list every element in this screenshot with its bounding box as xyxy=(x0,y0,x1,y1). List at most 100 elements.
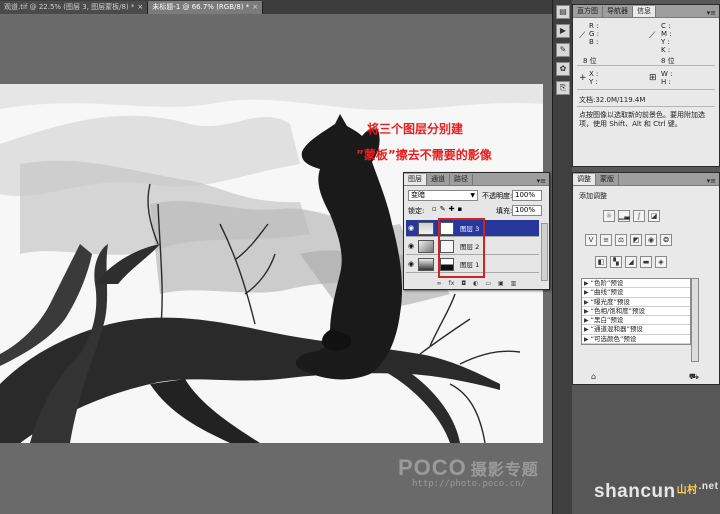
panel-menu-icon[interactable]: ▾≡ xyxy=(534,177,549,185)
doc-size: 文档:32.0M/119.4M xyxy=(579,96,646,104)
tab-info[interactable]: 信息 xyxy=(633,6,656,17)
preset-label: “黑白”预设 xyxy=(590,316,624,325)
triangle-right-icon: ▶ xyxy=(584,298,589,306)
info-b: B : xyxy=(589,38,599,46)
triangle-right-icon: ▶ xyxy=(584,280,589,287)
triangle-right-icon: ▶ xyxy=(584,307,589,315)
truck-icon[interactable]: ⛟ xyxy=(689,372,699,382)
fx-icon[interactable]: fx xyxy=(449,280,455,288)
adjustments-footer: ⌂ ⛟ xyxy=(573,372,719,384)
poco-brand: POCO xyxy=(398,455,467,480)
fill-input[interactable]: 100% xyxy=(512,205,542,216)
panel-icon-strip: ▤ ▶ ✎ ✿ ⎘ xyxy=(552,0,572,514)
trash-icon[interactable]: ▥ xyxy=(511,280,517,288)
tab-masks[interactable]: 蒙版 xyxy=(596,174,619,185)
selective-color-icon[interactable]: ◈ xyxy=(655,256,667,268)
levels-icon[interactable]: ▁▃ xyxy=(618,210,630,222)
blend-mode-select[interactable]: 变暗 ▼ xyxy=(408,190,478,201)
panel-menu-icon[interactable]: ▾≡ xyxy=(704,177,719,185)
list-item[interactable]: ▶ “黑白”预设 xyxy=(582,316,690,326)
posterize-icon[interactable]: ▚ xyxy=(610,256,622,268)
doc-tab-1[interactable]: 观道.tif @ 22.5% (图层 3, 图层蒙板/8) * × xyxy=(0,1,149,14)
mask-icon[interactable]: ◘ xyxy=(461,280,466,288)
divider xyxy=(577,106,715,107)
layer-thumbnail xyxy=(418,239,434,253)
doc-tab-1-label: 观道.tif @ 22.5% (图层 3, 图层蒙板/8) * xyxy=(4,3,135,11)
eye-icon[interactable]: ◉ xyxy=(406,224,416,232)
eye-icon[interactable]: ◉ xyxy=(406,242,416,250)
eye-icon[interactable]: ◉ xyxy=(406,260,416,268)
exposure-icon[interactable]: ◪ xyxy=(648,210,660,222)
adjustment-icon[interactable]: ◐ xyxy=(473,280,478,288)
divider xyxy=(577,89,715,90)
invert-icon[interactable]: ◧ xyxy=(595,256,607,268)
color-balance-icon[interactable]: ⚖ xyxy=(615,234,627,246)
opacity-label: 不透明度: xyxy=(482,192,513,200)
info-r: R : xyxy=(589,22,599,30)
site-watermark: shancun山村.net xyxy=(594,481,718,503)
layer-thumbnail xyxy=(418,221,434,235)
close-icon[interactable]: × xyxy=(137,1,143,14)
preset-label: “色阶”预设 xyxy=(590,279,624,287)
tab-paths[interactable]: 路径 xyxy=(450,174,473,185)
list-item[interactable]: ▶ “通道混和器”预设 xyxy=(582,325,690,335)
clone-source-icon[interactable]: ⎘ xyxy=(556,81,570,95)
layers-scrollbar[interactable] xyxy=(541,223,548,281)
layers-footer: ∞ fx ◘ ◐ ▭ ▣ ▥ xyxy=(406,280,547,288)
info-y-coord: Y : xyxy=(589,78,598,86)
info-panel: 直方图 导航器 信息 ▾≡ ⟋ R : G : B : ⟋ C : M : Y … xyxy=(572,4,720,167)
brightness-icon[interactable]: ☼ xyxy=(603,210,615,222)
preset-label: “可选颜色”预设 xyxy=(590,334,637,343)
highlight-box xyxy=(438,218,485,278)
doc-tab-2[interactable]: 未标题-1 @ 66.7% (RGB/8) * × xyxy=(148,1,264,14)
info-hint: 点按图像以选取新的前景色。要用附加选项，使用 Shift、Alt 和 Ctrl … xyxy=(579,111,705,128)
right-dock: 直方图 导航器 信息 ▾≡ ⟋ R : G : B : ⟋ C : M : Y … xyxy=(572,0,720,514)
annotation-line-1: 将三个图层分别建 xyxy=(367,122,464,136)
list-item[interactable]: ▶ “可选颜色”预设 xyxy=(582,334,690,345)
list-item[interactable]: ▶ “色阶”预设 xyxy=(582,279,690,289)
lock-icons[interactable]: ▫✎✚▪ xyxy=(432,205,465,213)
list-item[interactable]: ▶ “曲线”预设 xyxy=(582,288,690,298)
preset-scrollbar[interactable] xyxy=(691,278,699,362)
brushes-icon[interactable]: ✿ xyxy=(556,62,570,76)
history-icon[interactable]: ▤ xyxy=(556,5,570,19)
annotation-line-2: ”蒙板”擦去不需要的影像 xyxy=(356,148,492,162)
opacity-input[interactable]: 100% xyxy=(512,190,542,201)
tab-layers[interactable]: 图层 xyxy=(404,174,427,185)
fill-label: 填充: xyxy=(496,207,513,215)
poco-sub: 摄影专题 xyxy=(470,462,539,479)
vibrance-icon[interactable]: V xyxy=(585,234,597,246)
tab-channels[interactable]: 通道 xyxy=(427,174,450,185)
group-icon[interactable]: ▭ xyxy=(485,280,491,288)
list-item[interactable]: ▶ “曝光度”预设 xyxy=(582,298,690,307)
adjustment-icons-row-2: V ≡ ⚖ ◩ ◉ ❂ xyxy=(585,234,672,246)
add-adjustment-title: 添加调整 xyxy=(579,192,607,200)
actions-icon[interactable]: ▶ xyxy=(556,24,570,38)
tool-presets-icon[interactable]: ✎ xyxy=(556,43,570,57)
clip-icon[interactable]: ⌂ xyxy=(591,372,596,381)
adjustment-icons-row-1: ☼ ▁▃ ∫ ◪ xyxy=(603,210,660,222)
link-icon[interactable]: ∞ xyxy=(437,280,442,288)
black-white-icon[interactable]: ◩ xyxy=(630,234,642,246)
photo-filter-icon[interactable]: ◉ xyxy=(645,234,657,246)
watermark-main: shancun xyxy=(594,481,676,502)
curves-icon[interactable]: ∫ xyxy=(633,210,645,222)
triangle-right-icon: ▶ xyxy=(584,289,589,297)
info-x: X : xyxy=(589,70,599,78)
poco-url: http://photo.poco.cn/ xyxy=(412,479,526,489)
info-g: G : xyxy=(589,30,600,38)
tab-adjustments[interactable]: 调整 xyxy=(573,174,596,185)
blend-mode-value: 变暗 xyxy=(411,191,425,199)
tab-histogram[interactable]: 直方图 xyxy=(573,6,603,17)
doc-tab-2-label: 未标题-1 @ 66.7% (RGB/8) * xyxy=(152,3,250,11)
threshold-icon[interactable]: ◢ xyxy=(625,256,637,268)
channel-mixer-icon[interactable]: ❂ xyxy=(660,234,672,246)
panel-menu-icon[interactable]: ▾≡ xyxy=(704,9,719,17)
gradient-map-icon[interactable]: ▬ xyxy=(640,256,652,268)
tab-navigator[interactable]: 导航器 xyxy=(603,6,633,17)
list-item[interactable]: ▶ “色相/饱和度”预设 xyxy=(582,307,690,317)
close-icon[interactable]: × xyxy=(252,1,258,14)
hue-saturation-icon[interactable]: ≡ xyxy=(600,234,612,246)
document-tab-bar: 观道.tif @ 22.5% (图层 3, 图层蒙板/8) * × 未标题-1 … xyxy=(0,0,552,14)
new-layer-icon[interactable]: ▣ xyxy=(498,280,504,288)
